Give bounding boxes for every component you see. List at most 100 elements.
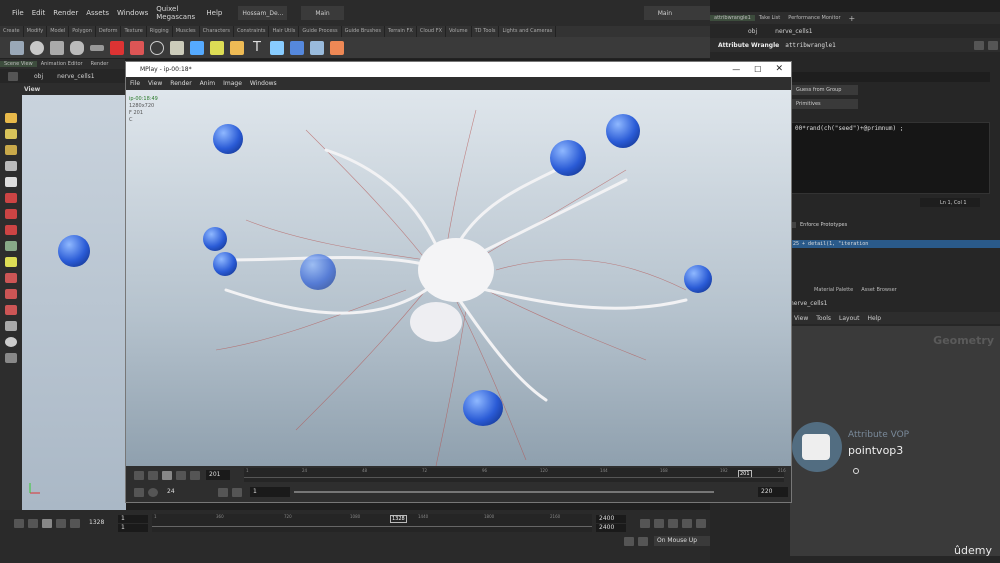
step-back-icon[interactable] [148, 470, 158, 480]
vop-node-icon[interactable] [802, 434, 830, 460]
magnet-icon[interactable] [5, 273, 17, 283]
mplay-menu-view[interactable]: View [144, 80, 166, 87]
menu-file[interactable]: File [8, 9, 28, 17]
timeline-jump-end-icon[interactable] [70, 518, 80, 528]
file-icon[interactable] [330, 40, 344, 55]
cloud-icon[interactable] [638, 536, 648, 546]
metaball-icon[interactable] [310, 40, 324, 55]
shelf-tab[interactable]: Guide Brushes [342, 26, 385, 37]
text-icon[interactable]: T [250, 40, 264, 55]
shelf-tab[interactable]: Lights and Cameras [499, 26, 557, 37]
group-type-dropdown[interactable]: Guess from Group [792, 85, 858, 95]
mplay-menu-render[interactable]: Render [166, 80, 195, 87]
shelf-tab[interactable]: Guide Process [299, 26, 342, 37]
stop-icon[interactable] [162, 470, 172, 480]
box-icon[interactable] [10, 40, 24, 55]
group-field[interactable] [790, 72, 990, 82]
snap-icon[interactable] [5, 241, 17, 251]
view-label[interactable]: View [24, 86, 40, 93]
shelf-tab[interactable]: Volume [446, 26, 472, 37]
tab-attribwrangle[interactable]: attribwrangle1 [710, 15, 755, 21]
peak-icon[interactable] [5, 305, 17, 315]
render-region-icon[interactable] [5, 353, 17, 363]
tab-render[interactable]: Render [87, 61, 113, 67]
shelf-tab[interactable]: Model [47, 26, 70, 37]
timeline-jump-start-icon[interactable] [14, 518, 24, 528]
timeline-current-marker[interactable]: 1328 [390, 515, 407, 523]
shelf-tab[interactable]: Cloud FX [417, 26, 447, 37]
shelf-tab[interactable]: TD Tools [472, 26, 500, 37]
tab-performance-monitor[interactable]: Performance Monitor [784, 15, 844, 21]
menu-assets[interactable]: Assets [82, 9, 113, 17]
net-menu-layout[interactable]: Layout [835, 315, 863, 322]
sphere-icon[interactable] [30, 40, 44, 55]
tab-take-list[interactable]: Take List [755, 15, 784, 21]
shelf-tab[interactable]: Texture [121, 26, 147, 37]
update-mode-dropdown[interactable]: On Mouse Up [654, 536, 710, 546]
desktop-selector[interactable]: Hossam_De... [238, 6, 288, 20]
loop-icon[interactable] [134, 487, 144, 497]
timeline-start-field-2[interactable]: 1 [118, 523, 148, 532]
timeline-frame-field[interactable]: 1328 [86, 518, 110, 528]
shelf-tab[interactable]: Rigging [147, 26, 173, 37]
help-icon[interactable] [988, 40, 998, 50]
range-forward-icon[interactable] [232, 487, 242, 497]
node-output-connector[interactable] [853, 468, 859, 474]
timeline-stop-icon[interactable] [42, 518, 52, 528]
jump-start-icon[interactable] [134, 470, 144, 480]
net-menu-view[interactable]: View [790, 315, 812, 322]
line-icon[interactable] [130, 40, 144, 55]
mplay-frame-ruler[interactable]: 1 24 48 72 96 120 144 168 192 216 201 [244, 468, 786, 482]
brush-icon[interactable] [5, 289, 17, 299]
platonic-icon[interactable] [270, 40, 284, 55]
timeline-start-field[interactable]: 1 [118, 514, 148, 523]
add-tab-button[interactable]: + [845, 14, 860, 23]
scale-icon[interactable] [5, 225, 17, 235]
run-over-dropdown[interactable]: Primitives [792, 99, 858, 109]
menu-help[interactable]: Help [202, 9, 226, 17]
spray-paint-icon[interactable] [230, 40, 244, 55]
view-icon[interactable] [5, 161, 17, 171]
rotate-icon[interactable] [5, 209, 17, 219]
vex-code-editor[interactable]: 00*rand(ch("seed")+@primnum) ; [790, 122, 990, 194]
range-slider[interactable] [294, 491, 714, 493]
play-icon[interactable] [176, 470, 186, 480]
mplay-menu-file[interactable]: File [126, 80, 144, 87]
tube-icon[interactable] [50, 40, 64, 55]
vop-node-name[interactable]: pointvop3 [848, 444, 903, 457]
net-menu-help[interactable]: Help [863, 315, 885, 322]
menu-edit[interactable]: Edit [28, 9, 50, 17]
timeline-end-field-2[interactable]: 2400 [596, 523, 626, 532]
draw-curve-icon[interactable] [190, 40, 204, 55]
tab-material-palette[interactable]: Material Palette [810, 287, 857, 293]
key-icon[interactable] [640, 518, 650, 528]
lasso-icon[interactable] [5, 321, 17, 331]
shelf-tab[interactable]: Characters [200, 26, 234, 37]
mplay-menu-anim[interactable]: Anim [196, 80, 219, 87]
pose-icon[interactable] [5, 145, 17, 155]
close-icon[interactable]: ✕ [775, 62, 783, 77]
network-editor[interactable]: Geometry Attribute VOP pointvop3 [790, 326, 1000, 556]
key-add-icon[interactable] [654, 518, 664, 528]
menu-render[interactable]: Render [49, 9, 82, 17]
timeline-ruler[interactable]: 1 360 720 1080 1440 1800 2160 1328 [152, 514, 592, 532]
mplay-titlebar[interactable]: MPlay - ip-00:18* — ☐ ✕ [126, 62, 791, 77]
shelf-tab[interactable]: Terrain FX [385, 26, 417, 37]
scope-icon[interactable] [682, 518, 692, 528]
lock-icon[interactable] [5, 177, 17, 187]
range-start-field[interactable]: 1 [250, 487, 290, 497]
net-menu-tools[interactable]: Tools [812, 315, 835, 322]
fps-field[interactable]: 24 [164, 487, 190, 497]
range-back-icon[interactable] [218, 487, 228, 497]
right-path-obj[interactable]: obj [748, 28, 757, 35]
timeline-play-icon[interactable] [56, 518, 66, 528]
chat-icon[interactable] [624, 536, 634, 546]
mplay-menu-image[interactable]: Image [219, 80, 246, 87]
lower-path-node[interactable]: nerve_cells1 [790, 300, 827, 307]
maximize-icon[interactable]: ☐ [754, 62, 761, 77]
translate-icon[interactable] [5, 193, 17, 203]
jump-end-icon[interactable] [190, 470, 200, 480]
circle-icon[interactable] [150, 40, 164, 55]
right-path-node[interactable]: nerve_cells1 [775, 28, 812, 35]
timeline-step-back-icon[interactable] [28, 518, 38, 528]
